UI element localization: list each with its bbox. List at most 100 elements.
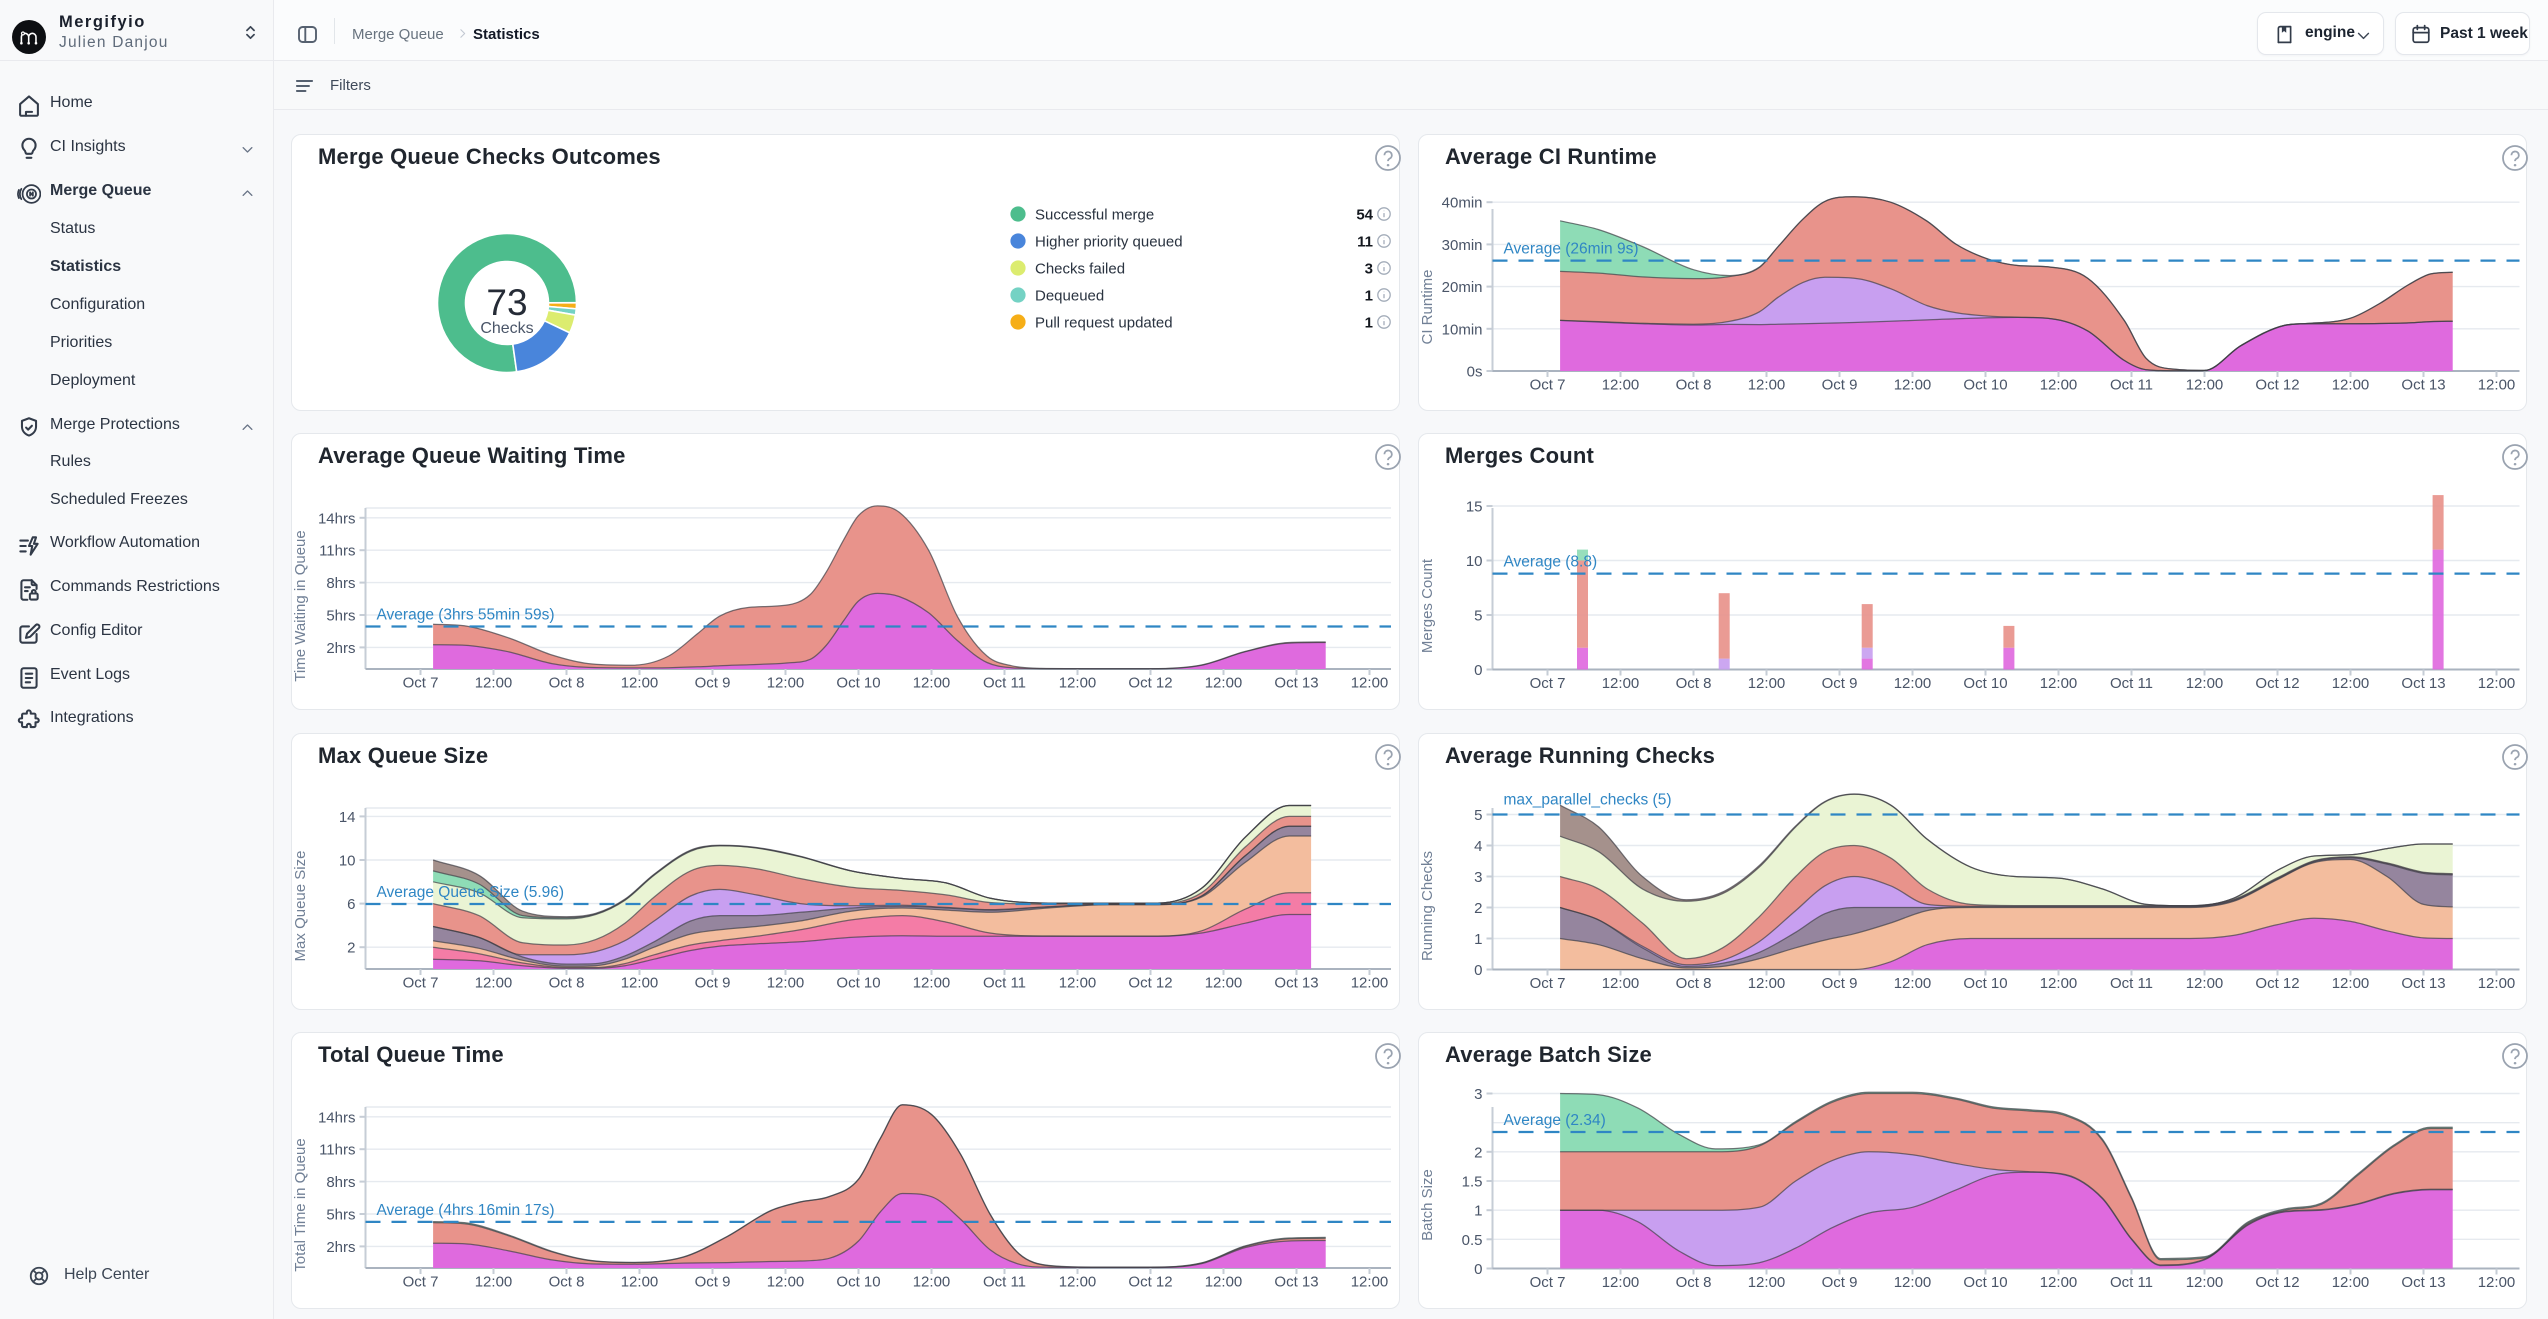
svg-text:12:00: 12:00 bbox=[2478, 377, 2516, 394]
svg-text:12:00: 12:00 bbox=[1602, 1274, 1640, 1291]
svg-text:12:00: 12:00 bbox=[1059, 975, 1097, 992]
svg-text:12:00: 12:00 bbox=[1748, 975, 1786, 992]
svg-text:12:00: 12:00 bbox=[913, 675, 951, 692]
svg-text:12:00: 12:00 bbox=[2332, 1274, 2370, 1291]
svg-text:12:00: 12:00 bbox=[767, 1274, 805, 1291]
svg-text:12:00: 12:00 bbox=[2478, 675, 2516, 692]
svg-text:Oct 12: Oct 12 bbox=[1128, 975, 1172, 992]
svg-text:Oct 7: Oct 7 bbox=[403, 675, 439, 692]
svg-text:12:00: 12:00 bbox=[2040, 975, 2078, 992]
svg-text:10min: 10min bbox=[1442, 321, 1483, 338]
svg-text:Oct 8: Oct 8 bbox=[549, 975, 585, 992]
svg-text:Oct 8: Oct 8 bbox=[1676, 675, 1712, 692]
svg-text:Oct 10: Oct 10 bbox=[1963, 675, 2007, 692]
svg-text:12:00: 12:00 bbox=[913, 975, 951, 992]
svg-text:Average (4hrs 16min 17s): Average (4hrs 16min 17s) bbox=[377, 1202, 555, 1219]
svg-text:CI Runtime: CI Runtime bbox=[1419, 269, 1436, 344]
svg-text:Oct 11: Oct 11 bbox=[983, 1274, 1026, 1291]
svg-text:12:00: 12:00 bbox=[2186, 675, 2224, 692]
svg-text:0: 0 bbox=[1474, 662, 1482, 679]
svg-text:Oct 10: Oct 10 bbox=[1963, 377, 2007, 394]
svg-text:Running Checks: Running Checks bbox=[1419, 851, 1436, 961]
svg-text:12:00: 12:00 bbox=[621, 675, 659, 692]
svg-text:12:00: 12:00 bbox=[2040, 675, 2078, 692]
svg-text:1: 1 bbox=[1474, 931, 1482, 948]
svg-text:Average Queue Size (5.96): Average Queue Size (5.96) bbox=[377, 884, 565, 901]
svg-text:40min: 40min bbox=[1442, 195, 1483, 212]
svg-text:12:00: 12:00 bbox=[1602, 377, 1640, 394]
svg-text:Oct 9: Oct 9 bbox=[1822, 975, 1858, 992]
svg-text:Pull request updated: Pull request updated bbox=[1035, 315, 1173, 332]
svg-text:12:00: 12:00 bbox=[2186, 1274, 2224, 1291]
svg-text:Oct 7: Oct 7 bbox=[1530, 675, 1566, 692]
svg-text:54: 54 bbox=[1356, 207, 1373, 224]
svg-text:Oct 11: Oct 11 bbox=[2110, 377, 2153, 394]
svg-text:12:00: 12:00 bbox=[475, 675, 513, 692]
svg-text:30min: 30min bbox=[1442, 237, 1483, 254]
svg-text:6: 6 bbox=[347, 896, 355, 913]
svg-text:Average (2.34): Average (2.34) bbox=[1504, 1112, 1606, 1129]
svg-text:Average (3hrs 55min 59s): Average (3hrs 55min 59s) bbox=[377, 607, 555, 624]
svg-text:11hrs: 11hrs bbox=[319, 543, 355, 560]
svg-text:12:00: 12:00 bbox=[2332, 377, 2370, 394]
svg-text:Oct 11: Oct 11 bbox=[983, 975, 1026, 992]
svg-text:Oct 9: Oct 9 bbox=[695, 975, 731, 992]
svg-text:12:00: 12:00 bbox=[1059, 1274, 1097, 1291]
svg-text:3: 3 bbox=[1474, 1086, 1482, 1103]
svg-text:Oct 7: Oct 7 bbox=[1530, 1274, 1566, 1291]
svg-text:12:00: 12:00 bbox=[1205, 1274, 1243, 1291]
svg-text:Batch Size: Batch Size bbox=[1419, 1169, 1436, 1241]
svg-text:8hrs: 8hrs bbox=[326, 1174, 355, 1191]
svg-text:Oct 8: Oct 8 bbox=[549, 675, 585, 692]
svg-text:Oct 9: Oct 9 bbox=[1822, 377, 1858, 394]
svg-text:0: 0 bbox=[1474, 1261, 1482, 1278]
svg-text:12:00: 12:00 bbox=[621, 975, 659, 992]
svg-text:12:00: 12:00 bbox=[621, 1274, 659, 1291]
svg-text:12:00: 12:00 bbox=[1205, 975, 1243, 992]
svg-text:4: 4 bbox=[1474, 838, 1482, 855]
svg-text:Oct 8: Oct 8 bbox=[1676, 975, 1712, 992]
svg-text:15: 15 bbox=[1466, 499, 1483, 516]
svg-text:Time Waiting in Queue: Time Waiting in Queue bbox=[292, 530, 309, 681]
svg-text:Merges Count: Merges Count bbox=[1419, 558, 1436, 653]
svg-text:5: 5 bbox=[1474, 608, 1482, 625]
svg-text:12:00: 12:00 bbox=[2040, 377, 2078, 394]
svg-text:Checks failed: Checks failed bbox=[1035, 261, 1125, 278]
svg-text:Oct 10: Oct 10 bbox=[836, 975, 880, 992]
svg-text:5hrs: 5hrs bbox=[326, 608, 355, 625]
svg-text:14hrs: 14hrs bbox=[318, 1109, 356, 1126]
svg-text:3: 3 bbox=[1365, 261, 1373, 278]
svg-text:12:00: 12:00 bbox=[1351, 975, 1389, 992]
svg-text:12:00: 12:00 bbox=[1894, 1274, 1932, 1291]
svg-text:Oct 10: Oct 10 bbox=[1963, 975, 2007, 992]
svg-text:12:00: 12:00 bbox=[1351, 1274, 1389, 1291]
svg-text:5hrs: 5hrs bbox=[326, 1207, 355, 1224]
svg-text:Oct 11: Oct 11 bbox=[2110, 1274, 2153, 1291]
svg-text:Oct 10: Oct 10 bbox=[836, 1274, 880, 1291]
svg-text:Oct 13: Oct 13 bbox=[2401, 675, 2445, 692]
svg-text:12:00: 12:00 bbox=[2040, 1274, 2078, 1291]
svg-text:12:00: 12:00 bbox=[475, 1274, 513, 1291]
svg-text:Oct 13: Oct 13 bbox=[2401, 975, 2445, 992]
svg-text:12:00: 12:00 bbox=[767, 675, 805, 692]
svg-text:8hrs: 8hrs bbox=[326, 575, 355, 592]
svg-text:10: 10 bbox=[339, 853, 356, 870]
svg-text:12:00: 12:00 bbox=[2186, 377, 2224, 394]
svg-text:12:00: 12:00 bbox=[1748, 377, 1786, 394]
svg-text:Oct 12: Oct 12 bbox=[2255, 975, 2299, 992]
svg-text:12:00: 12:00 bbox=[2186, 975, 2224, 992]
svg-text:12:00: 12:00 bbox=[1602, 975, 1640, 992]
svg-text:14hrs: 14hrs bbox=[318, 510, 356, 527]
svg-text:max_parallel_checks (5): max_parallel_checks (5) bbox=[1504, 792, 1672, 809]
svg-text:Oct 12: Oct 12 bbox=[2255, 675, 2299, 692]
svg-text:Oct 8: Oct 8 bbox=[1676, 1274, 1712, 1291]
svg-text:12:00: 12:00 bbox=[1894, 975, 1932, 992]
svg-text:Oct 7: Oct 7 bbox=[1530, 377, 1566, 394]
svg-text:2: 2 bbox=[1474, 900, 1482, 917]
svg-text:Oct 9: Oct 9 bbox=[695, 675, 731, 692]
svg-text:12:00: 12:00 bbox=[2478, 1274, 2516, 1291]
svg-text:Oct 13: Oct 13 bbox=[2401, 1274, 2445, 1291]
svg-text:10: 10 bbox=[1466, 553, 1483, 570]
svg-text:Oct 11: Oct 11 bbox=[2110, 975, 2153, 992]
svg-text:Max Queue Size: Max Queue Size bbox=[292, 851, 309, 962]
